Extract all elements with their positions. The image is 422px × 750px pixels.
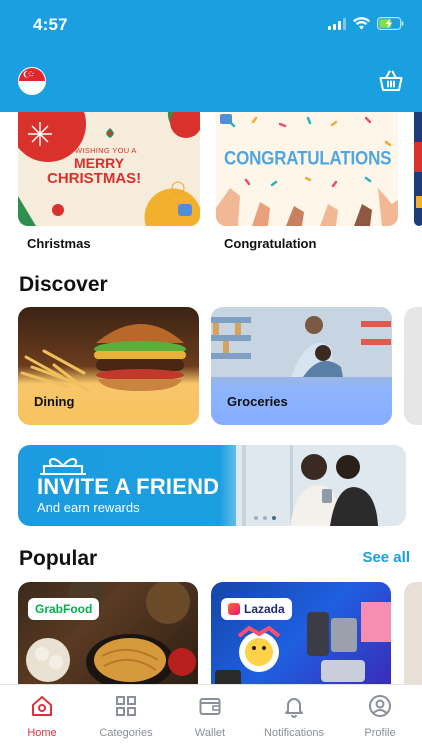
- tab-categories[interactable]: Categories: [84, 685, 168, 750]
- tab-label-notifications: Notifications: [264, 727, 324, 739]
- wifi-icon: [353, 17, 370, 30]
- status-icons: [328, 17, 404, 30]
- discover-card-peek[interactable]: [404, 307, 422, 425]
- tab-label-categories: Categories: [99, 727, 153, 739]
- home-icon: [32, 696, 52, 716]
- discover-label-dining: Dining: [34, 394, 75, 409]
- discover-label-groceries: Groceries: [227, 394, 288, 409]
- tab-profile[interactable]: Profile: [338, 685, 422, 750]
- gift-icon: [40, 458, 86, 475]
- status-time: 4:57: [33, 15, 68, 34]
- lazada-badge: Lazada: [221, 598, 292, 620]
- congratulations-art-text: CONGRATULATIONS: [224, 147, 392, 169]
- invite-subtitle: And earn rewards: [37, 500, 140, 515]
- occasion-card-christmas[interactable]: WISHING YOU A MERRY CHRISTMAS!: [18, 112, 200, 226]
- cellular-signal-icon: [328, 17, 346, 30]
- occasion-card-congratulation[interactable]: CONGRATULATIONS: [216, 112, 398, 226]
- basket-icon[interactable]: [378, 68, 404, 94]
- discover-title: Discover: [19, 273, 108, 296]
- tab-label-wallet: Wallet: [194, 727, 226, 739]
- bell-icon: [285, 698, 303, 718]
- tab-home[interactable]: Home: [0, 685, 84, 750]
- wallet-icon: [199, 698, 221, 715]
- banner-page-indicator: [254, 516, 276, 520]
- popular-card-lazada[interactable]: Lazada: [211, 582, 391, 687]
- grabfood-brand: GrabFood: [28, 598, 100, 620]
- discover-card-groceries[interactable]: Groceries: [211, 307, 392, 425]
- battery-charging-icon: [377, 17, 404, 30]
- tab-label-profile: Profile: [364, 727, 396, 739]
- occasion-carousel: WISHING YOU A MERRY CHRISTMAS! CONGRATUL…: [18, 112, 422, 252]
- christmas-art-line-1: WISHING YOU A: [75, 146, 137, 155]
- occasion-card-peek[interactable]: [414, 112, 422, 226]
- invite-friend-banner[interactable]: INVITE A FRIEND And earn rewards: [18, 445, 406, 526]
- christmas-art-line-3: CHRISTMAS!: [47, 170, 142, 187]
- popular-card-peek[interactable]: [404, 582, 422, 687]
- profile-icon: [369, 695, 391, 717]
- popular-title: Popular: [19, 547, 98, 570]
- grid-icon: [116, 696, 136, 716]
- invite-title: INVITE A FRIEND: [37, 474, 220, 499]
- tab-wallet[interactable]: Wallet: [168, 685, 252, 750]
- bottom-tab-bar: Home Categories Wallet Notifications Pro…: [0, 684, 422, 750]
- occasion-label-congratulation: Congratulation: [224, 236, 317, 251]
- see-all-link[interactable]: See all: [362, 549, 410, 566]
- friends-photo: [236, 445, 406, 526]
- tab-notifications[interactable]: Notifications: [252, 685, 336, 750]
- discover-card-dining[interactable]: Dining: [18, 307, 199, 425]
- occasion-label-christmas: Christmas: [27, 236, 91, 251]
- lazada-brand: Lazada: [244, 602, 285, 616]
- christmas-art-line-2: MERRY: [74, 155, 125, 171]
- singapore-flag-icon[interactable]: [18, 67, 46, 95]
- lazada-heart-icon: [228, 603, 240, 615]
- app-header: 4:57: [0, 0, 422, 112]
- popular-card-grabfood[interactable]: GrabFood: [18, 582, 198, 687]
- tab-label-home: Home: [27, 727, 57, 739]
